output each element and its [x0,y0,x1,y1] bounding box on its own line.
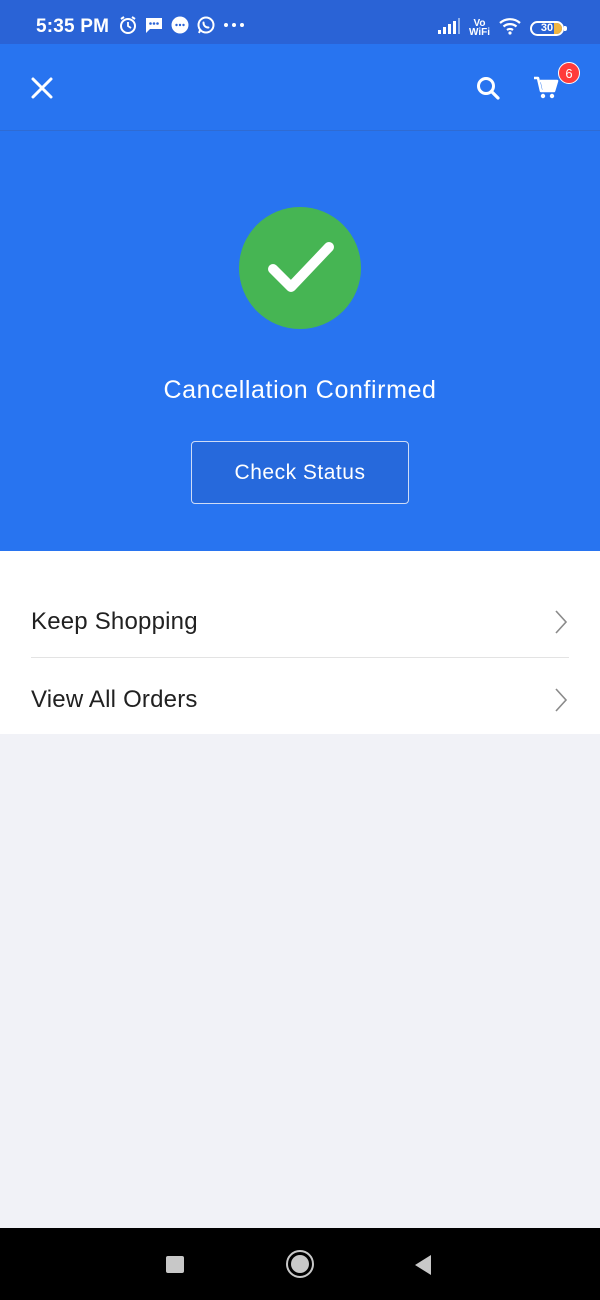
sms-icon [144,15,164,40]
status-bar: 5:35 PM Vo WiFi 30 [0,0,600,44]
chat-bubble-icon [170,15,190,40]
battery-level: 30 [540,22,554,34]
system-nav-bar [0,1228,600,1300]
menu-item-label: View All Orders [31,686,198,713]
battery-icon: 30 [530,20,567,36]
menu-item-label: Keep Shopping [31,608,198,635]
confirmation-hero: Cancellation Confirmed Check Status [0,131,600,551]
success-check-icon [239,207,361,329]
post-cancel-menu: Keep Shopping View All Orders [0,551,600,734]
close-button[interactable] [22,68,62,108]
back-button[interactable] [413,1254,433,1281]
keep-shopping-item[interactable]: Keep Shopping [31,587,569,658]
home-button[interactable] [286,1250,314,1278]
search-button[interactable] [468,68,508,108]
vowifi-bottom-label: WiFi [468,27,490,38]
check-status-button[interactable]: Check Status [191,441,409,504]
notification-icons [118,15,246,39]
cart-icon [534,76,559,99]
system-icons: Vo WiFi 30 [437,15,567,41]
whatsapp-icon [196,15,216,40]
confirmation-title: Cancellation Confirmed [163,376,437,404]
cart-count-badge: 6 [558,62,580,84]
status-time: 5:35 PM [36,16,110,37]
home-circle-icon [291,1255,309,1273]
signal-icon [437,17,461,40]
close-icon [31,77,53,99]
recents-button[interactable] [166,1256,184,1273]
view-all-orders-item[interactable]: View All Orders [31,665,569,735]
more-dots-icon [222,15,246,40]
alarm-icon [118,15,138,40]
app-bar: 6 [0,44,600,131]
vowifi-indicator: Vo WiFi [468,19,490,38]
chevron-right-icon [555,688,568,712]
back-triangle-icon [415,1255,431,1275]
cart-button[interactable]: 6 [524,62,580,110]
wifi-icon [498,16,522,41]
chevron-right-icon [555,610,568,634]
search-icon [477,77,500,100]
